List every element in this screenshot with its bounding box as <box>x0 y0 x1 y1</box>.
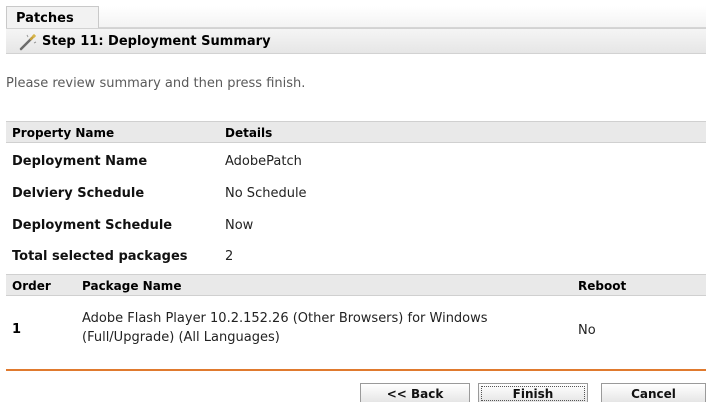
property-value: No Schedule <box>225 186 307 201</box>
divider <box>6 369 706 371</box>
table-row: Deployment Name AdobePatch <box>6 150 706 174</box>
cancel-button[interactable]: Cancel <box>601 383 706 402</box>
order-header: Order <box>12 279 51 293</box>
package-row: 1 Adobe Flash Player 10.2.152.26 (Other … <box>6 300 706 360</box>
table-row: Deployment Schedule Now <box>6 214 706 238</box>
page-title: Step 11: Deployment Summary <box>42 34 271 49</box>
tab-patches[interactable]: Patches <box>6 6 99 28</box>
property-name: Delviery Schedule <box>12 186 145 201</box>
finish-button[interactable]: Finish <box>478 383 588 402</box>
package-order: 1 <box>12 322 22 337</box>
package-reboot: No <box>578 323 596 338</box>
intro-text: Please review summary and then press fin… <box>6 76 306 91</box>
property-name: Total selected packages <box>12 249 188 264</box>
property-name-header: Property Name <box>12 126 115 140</box>
back-button[interactable]: << Back <box>360 383 470 402</box>
tab-patches-label: Patches <box>16 11 74 26</box>
step-header: Step 11: Deployment Summary <box>6 28 706 54</box>
table-row: Total selected packages 2 <box>6 245 706 269</box>
table-row: Delviery Schedule No Schedule <box>6 182 706 206</box>
reboot-header: Reboot <box>578 279 627 293</box>
property-value: AdobePatch <box>225 154 302 169</box>
properties-header-row: Property Name Details <box>6 121 706 143</box>
wand-icon <box>18 33 38 51</box>
packages-header-row: Order Package Name Reboot <box>6 274 706 296</box>
package-name: Adobe Flash Player 10.2.152.26 (Other Br… <box>82 311 488 345</box>
details-header: Details <box>225 126 273 140</box>
property-name: Deployment Schedule <box>12 218 173 233</box>
property-value: Now <box>225 218 254 233</box>
property-value: 2 <box>225 249 234 264</box>
package-name-header: Package Name <box>82 279 182 293</box>
tab-strip <box>99 6 706 28</box>
property-name: Deployment Name <box>12 154 148 169</box>
